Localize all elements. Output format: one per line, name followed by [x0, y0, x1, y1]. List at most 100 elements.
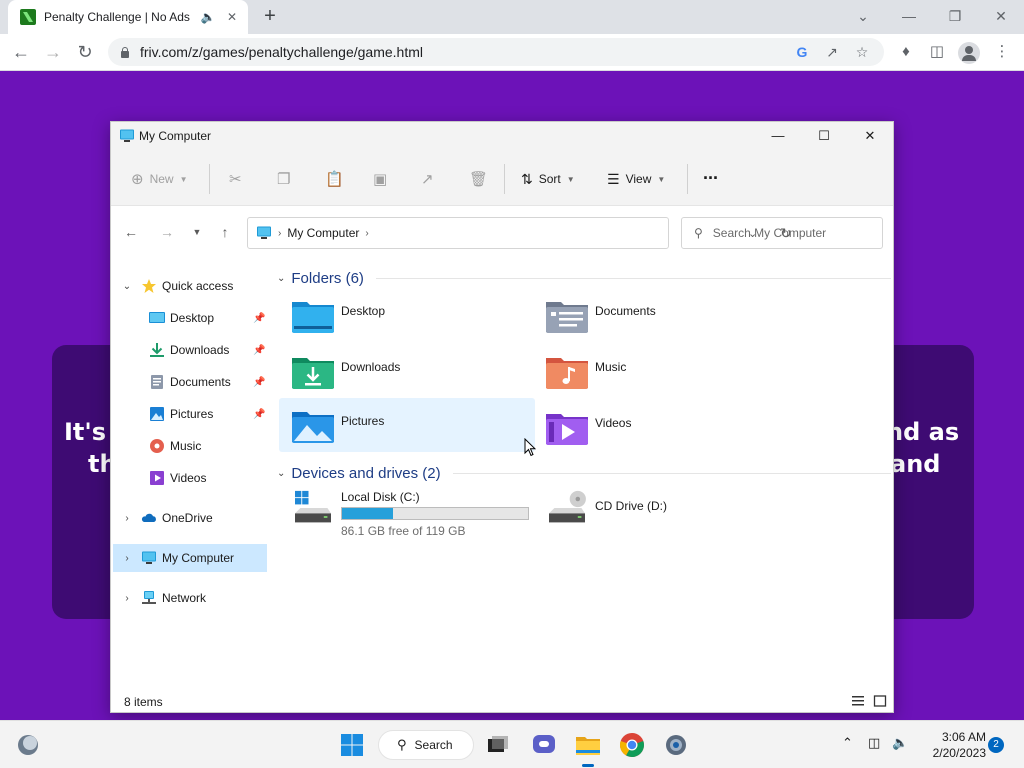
chevron-right-icon[interactable]: ›: [121, 513, 133, 524]
minimize-button[interactable]: —: [755, 122, 801, 150]
windows-start-icon[interactable]: [338, 731, 366, 759]
side-panel-icon[interactable]: ◫: [927, 42, 947, 62]
videos-folder-icon: [546, 414, 588, 445]
details-view-icon[interactable]: [851, 694, 865, 708]
folder-desktop[interactable]: Desktop: [285, 290, 535, 342]
nav-network[interactable]: › Network: [113, 584, 267, 612]
hard-drive-icon: [295, 490, 331, 523]
folder-pictures[interactable]: Pictures: [279, 398, 535, 452]
rename-icon[interactable]: ▣: [373, 170, 387, 188]
share-icon[interactable]: ↗: [421, 170, 434, 188]
chevron-right-icon[interactable]: ›: [121, 553, 133, 564]
tab-search-icon[interactable]: ⌄: [840, 2, 886, 30]
nav-label: Quick access: [162, 279, 234, 293]
settings-gear-icon[interactable]: [662, 731, 690, 759]
more-options-button[interactable]: ...: [703, 163, 718, 183]
tiles-view-icon[interactable]: [873, 694, 887, 708]
pin-icon[interactable]: 📌: [253, 313, 265, 324]
explorer-title-bar[interactable]: My Computer — ☐ ✕: [111, 122, 893, 150]
clock-date: 2/20/2023: [932, 746, 986, 760]
maximize-button[interactable]: ☐: [801, 122, 847, 150]
close-browser-button[interactable]: ✕: [978, 2, 1024, 30]
folder-videos[interactable]: Videos: [539, 402, 789, 454]
back-icon[interactable]: ←: [8, 39, 34, 65]
new-tab-button[interactable]: +: [258, 4, 282, 28]
sort-button[interactable]: ⇅ Sort ▼: [521, 170, 575, 188]
drives-group-header[interactable]: ⌄ Devices and drives (2): [277, 465, 891, 482]
reload-icon[interactable]: ↻: [72, 39, 98, 65]
minimize-browser-button[interactable]: —: [886, 2, 932, 30]
address-box[interactable]: › My Computer › ⌄ ↻: [247, 217, 792, 249]
chevron-down-icon[interactable]: ⌄: [121, 281, 133, 292]
clock[interactable]: 3:06 AM 2/20/2023: [920, 729, 986, 761]
chrome-icon[interactable]: [618, 731, 646, 759]
menu-kebab-icon[interactable]: ⋮: [992, 42, 1012, 62]
forward-icon[interactable]: →: [40, 39, 66, 65]
copy-icon[interactable]: ❐: [277, 170, 290, 188]
pin-icon[interactable]: 📌: [253, 377, 265, 388]
browser-tab[interactable]: Penalty Challenge | No Ads | 🔈 ✕: [8, 0, 248, 34]
drive-label: CD Drive (D:): [595, 499, 667, 513]
close-tab-icon[interactable]: ✕: [224, 10, 240, 24]
nav-videos[interactable]: Videos: [113, 464, 267, 492]
task-view-icon[interactable]: [484, 731, 512, 759]
chevron-right-icon[interactable]: ›: [121, 593, 133, 604]
restore-browser-button[interactable]: ❐: [932, 2, 978, 30]
folder-downloads[interactable]: Downloads: [285, 346, 535, 398]
search-input[interactable]: ⚲ Search My Computer: [681, 217, 883, 249]
nav-onedrive[interactable]: › OneDrive: [113, 504, 267, 532]
breadcrumb-chevron-icon[interactable]: ›: [365, 228, 368, 239]
folders-group-header[interactable]: ⌄ Folders (6): [277, 270, 891, 287]
nav-quick-access[interactable]: ⌄ Quick access: [113, 272, 267, 300]
pin-icon[interactable]: 📌: [253, 345, 265, 356]
cloud-icon: [141, 513, 156, 522]
volume-icon[interactable]: 🔈: [892, 735, 908, 751]
file-explorer-taskbar-icon[interactable]: [574, 731, 602, 759]
nav-desktop[interactable]: Desktop 📌: [113, 304, 267, 332]
mouse-cursor-icon: [524, 438, 536, 457]
chevron-down-icon: ▼: [179, 174, 188, 184]
breadcrumb-my-computer[interactable]: My Computer: [287, 226, 359, 240]
view-list-icon: ☰: [607, 170, 620, 187]
recent-locations-icon[interactable]: ▼: [187, 227, 207, 245]
speaker-icon[interactable]: 🔈: [200, 10, 216, 24]
network-tray-icon[interactable]: ◫: [868, 735, 880, 751]
clock-time: 3:06 AM: [941, 730, 986, 744]
nav-downloads[interactable]: Downloads 📌: [113, 336, 267, 364]
pin-icon[interactable]: 📌: [253, 409, 265, 420]
notification-badge[interactable]: 2: [988, 737, 1004, 753]
folder-documents[interactable]: Documents: [539, 290, 789, 342]
bookmark-star-icon[interactable]: ☆: [852, 44, 872, 61]
close-button[interactable]: ✕: [847, 122, 893, 150]
folder-label: Desktop: [341, 304, 386, 318]
view-button[interactable]: ☰ View ▼: [607, 170, 665, 188]
extensions-icon[interactable]: ♦: [896, 42, 916, 62]
cut-icon[interactable]: ✂: [229, 170, 242, 188]
lock-icon: [120, 46, 130, 58]
nav-my-computer[interactable]: › My Computer: [113, 544, 267, 572]
command-bar: ⊕ New ▼ ✂ ❐ 📋 ▣ ↗ 🗑 ⇅ Sort ▼ ☰ View ▼ ..…: [111, 150, 893, 206]
forward-icon[interactable]: →: [157, 224, 177, 242]
show-hidden-icons-chevron-icon[interactable]: ⌃: [842, 735, 853, 751]
drives-header-label: Devices and drives (2): [291, 465, 441, 482]
teams-chat-icon[interactable]: [530, 731, 558, 759]
widgets-icon[interactable]: [16, 733, 40, 757]
drive-d[interactable]: CD Drive (D:): [539, 486, 789, 542]
taskbar-search-button[interactable]: ⚲ Search: [378, 730, 474, 760]
profile-avatar-icon[interactable]: [958, 42, 980, 64]
new-label: New: [149, 172, 174, 186]
address-bar[interactable]: friv.com/z/games/penaltychallenge/game.h…: [108, 38, 884, 66]
delete-icon[interactable]: 🗑: [469, 170, 488, 188]
google-lens-icon[interactable]: G: [792, 44, 812, 60]
new-button[interactable]: ⊕ New ▼: [131, 170, 188, 188]
share-icon[interactable]: ↗: [822, 44, 842, 61]
up-icon[interactable]: ↑: [215, 224, 235, 242]
folder-music[interactable]: Music: [539, 346, 789, 398]
nav-music[interactable]: Music: [113, 432, 267, 460]
back-icon[interactable]: ←: [121, 224, 141, 242]
network-icon: [142, 591, 156, 604]
drive-c[interactable]: Local Disk (C:) 86.1 GB free of 119 GB: [285, 486, 535, 542]
nav-pictures[interactable]: Pictures 📌: [113, 400, 267, 428]
paste-icon[interactable]: 📋: [325, 170, 344, 188]
nav-documents[interactable]: Documents 📌: [113, 368, 267, 396]
